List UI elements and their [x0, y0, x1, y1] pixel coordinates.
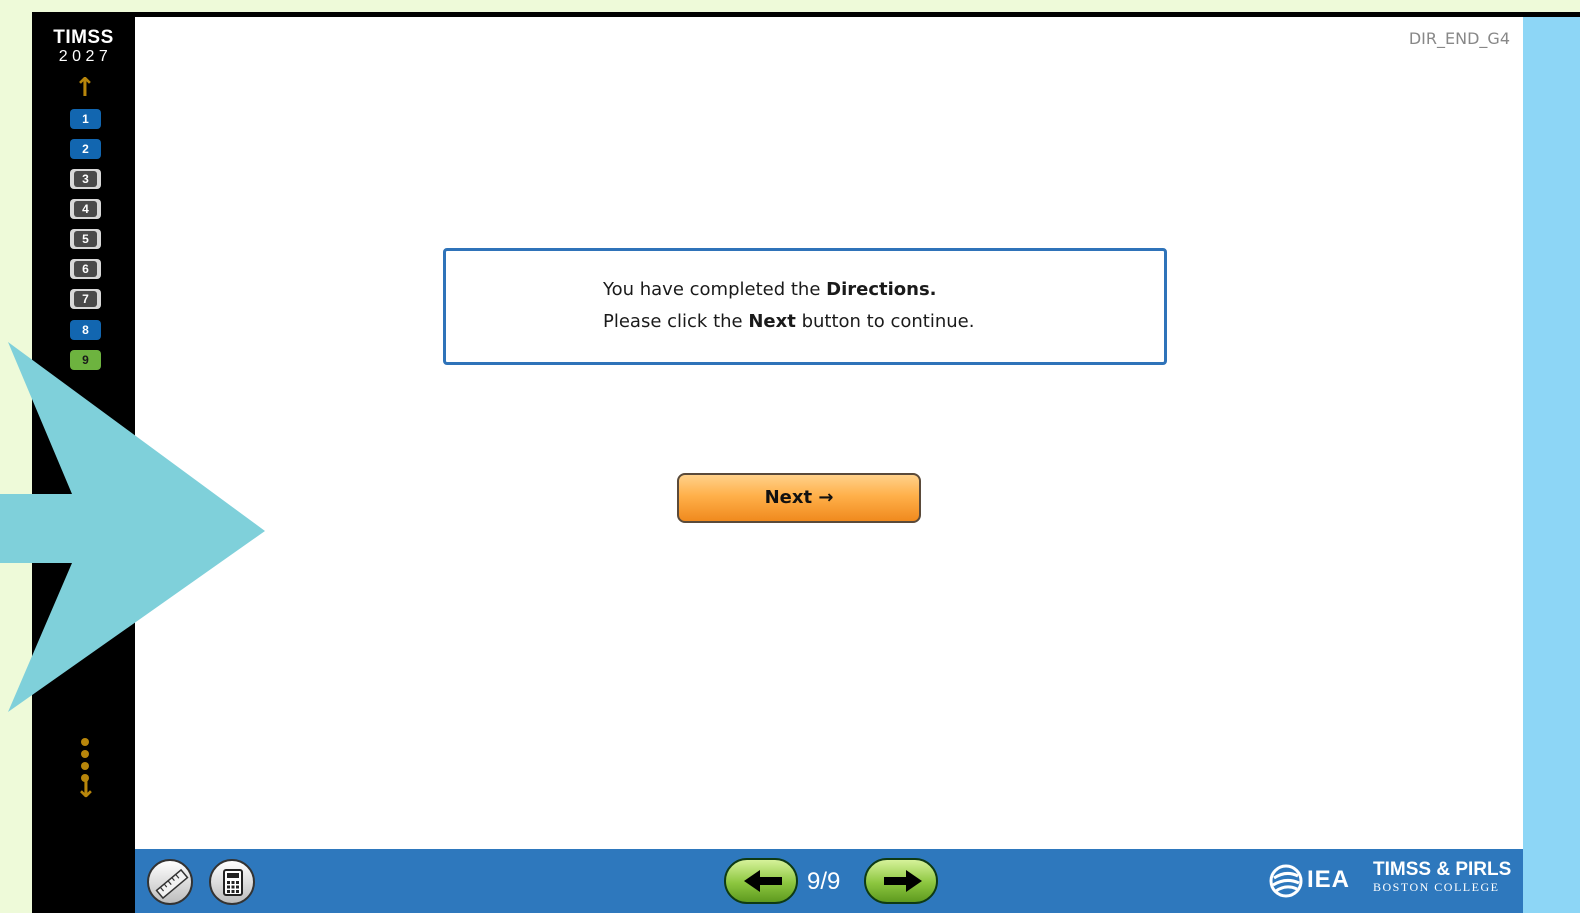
brand-line-2: BOSTON COLLEGE: [1373, 880, 1500, 894]
sidebar: TIMSS 2027 ↑ 1 2 3 4 5 6 7 8 9 ↓: [32, 17, 135, 913]
next-button[interactable]: Next →: [677, 473, 921, 523]
logo-year: 2027: [58, 48, 113, 65]
logo-title: TIMSS: [53, 27, 114, 48]
screen-code: DIR_END_G4: [1408, 29, 1510, 48]
nav-item-3[interactable]: 3: [70, 169, 101, 189]
arrow-up-icon[interactable]: ↑: [74, 75, 96, 101]
message-line-2: Please click the Next button to continue…: [603, 311, 975, 332]
globe-icon: [1269, 864, 1303, 898]
nav-item-6[interactable]: 6: [70, 259, 101, 279]
page-counter: 9/9: [807, 868, 841, 895]
nav-item-8[interactable]: 8: [70, 320, 101, 340]
timss-pirls-logo: TIMSS & PIRLS BOSTON COLLEGE: [1373, 859, 1511, 894]
arrow-down-icon[interactable]: ↓: [75, 776, 97, 802]
timss-logo: TIMSS 2027: [32, 27, 135, 66]
iea-logo: IEA: [1269, 861, 1369, 901]
bottom-toolbar: 9/9 IEA TIMSS & PIRLS BOSTON COLLEGE: [135, 849, 1523, 913]
right-strip: [1523, 17, 1580, 913]
message-box: You have completed the Directions. Pleas…: [443, 248, 1167, 365]
nav-item-9[interactable]: 9: [70, 350, 101, 370]
nav-item-1[interactable]: 1: [70, 109, 101, 129]
content-area: DIR_END_G4 You have completed the Direct…: [135, 17, 1523, 849]
nav-item-4[interactable]: 4: [70, 199, 101, 219]
brand-line-1: TIMSS & PIRLS: [1373, 859, 1512, 880]
iea-label: IEA: [1307, 866, 1351, 893]
ruler-icon[interactable]: [147, 859, 193, 905]
message-line-1: You have completed the Directions.: [603, 279, 937, 300]
arrow-left-icon[interactable]: [724, 858, 798, 904]
calculator-icon[interactable]: [209, 859, 255, 905]
nav-item-5[interactable]: 5: [70, 229, 101, 249]
arrow-right-icon[interactable]: [864, 858, 938, 904]
nav-item-2[interactable]: 2: [70, 139, 101, 159]
nav-item-7[interactable]: 7: [70, 289, 101, 309]
